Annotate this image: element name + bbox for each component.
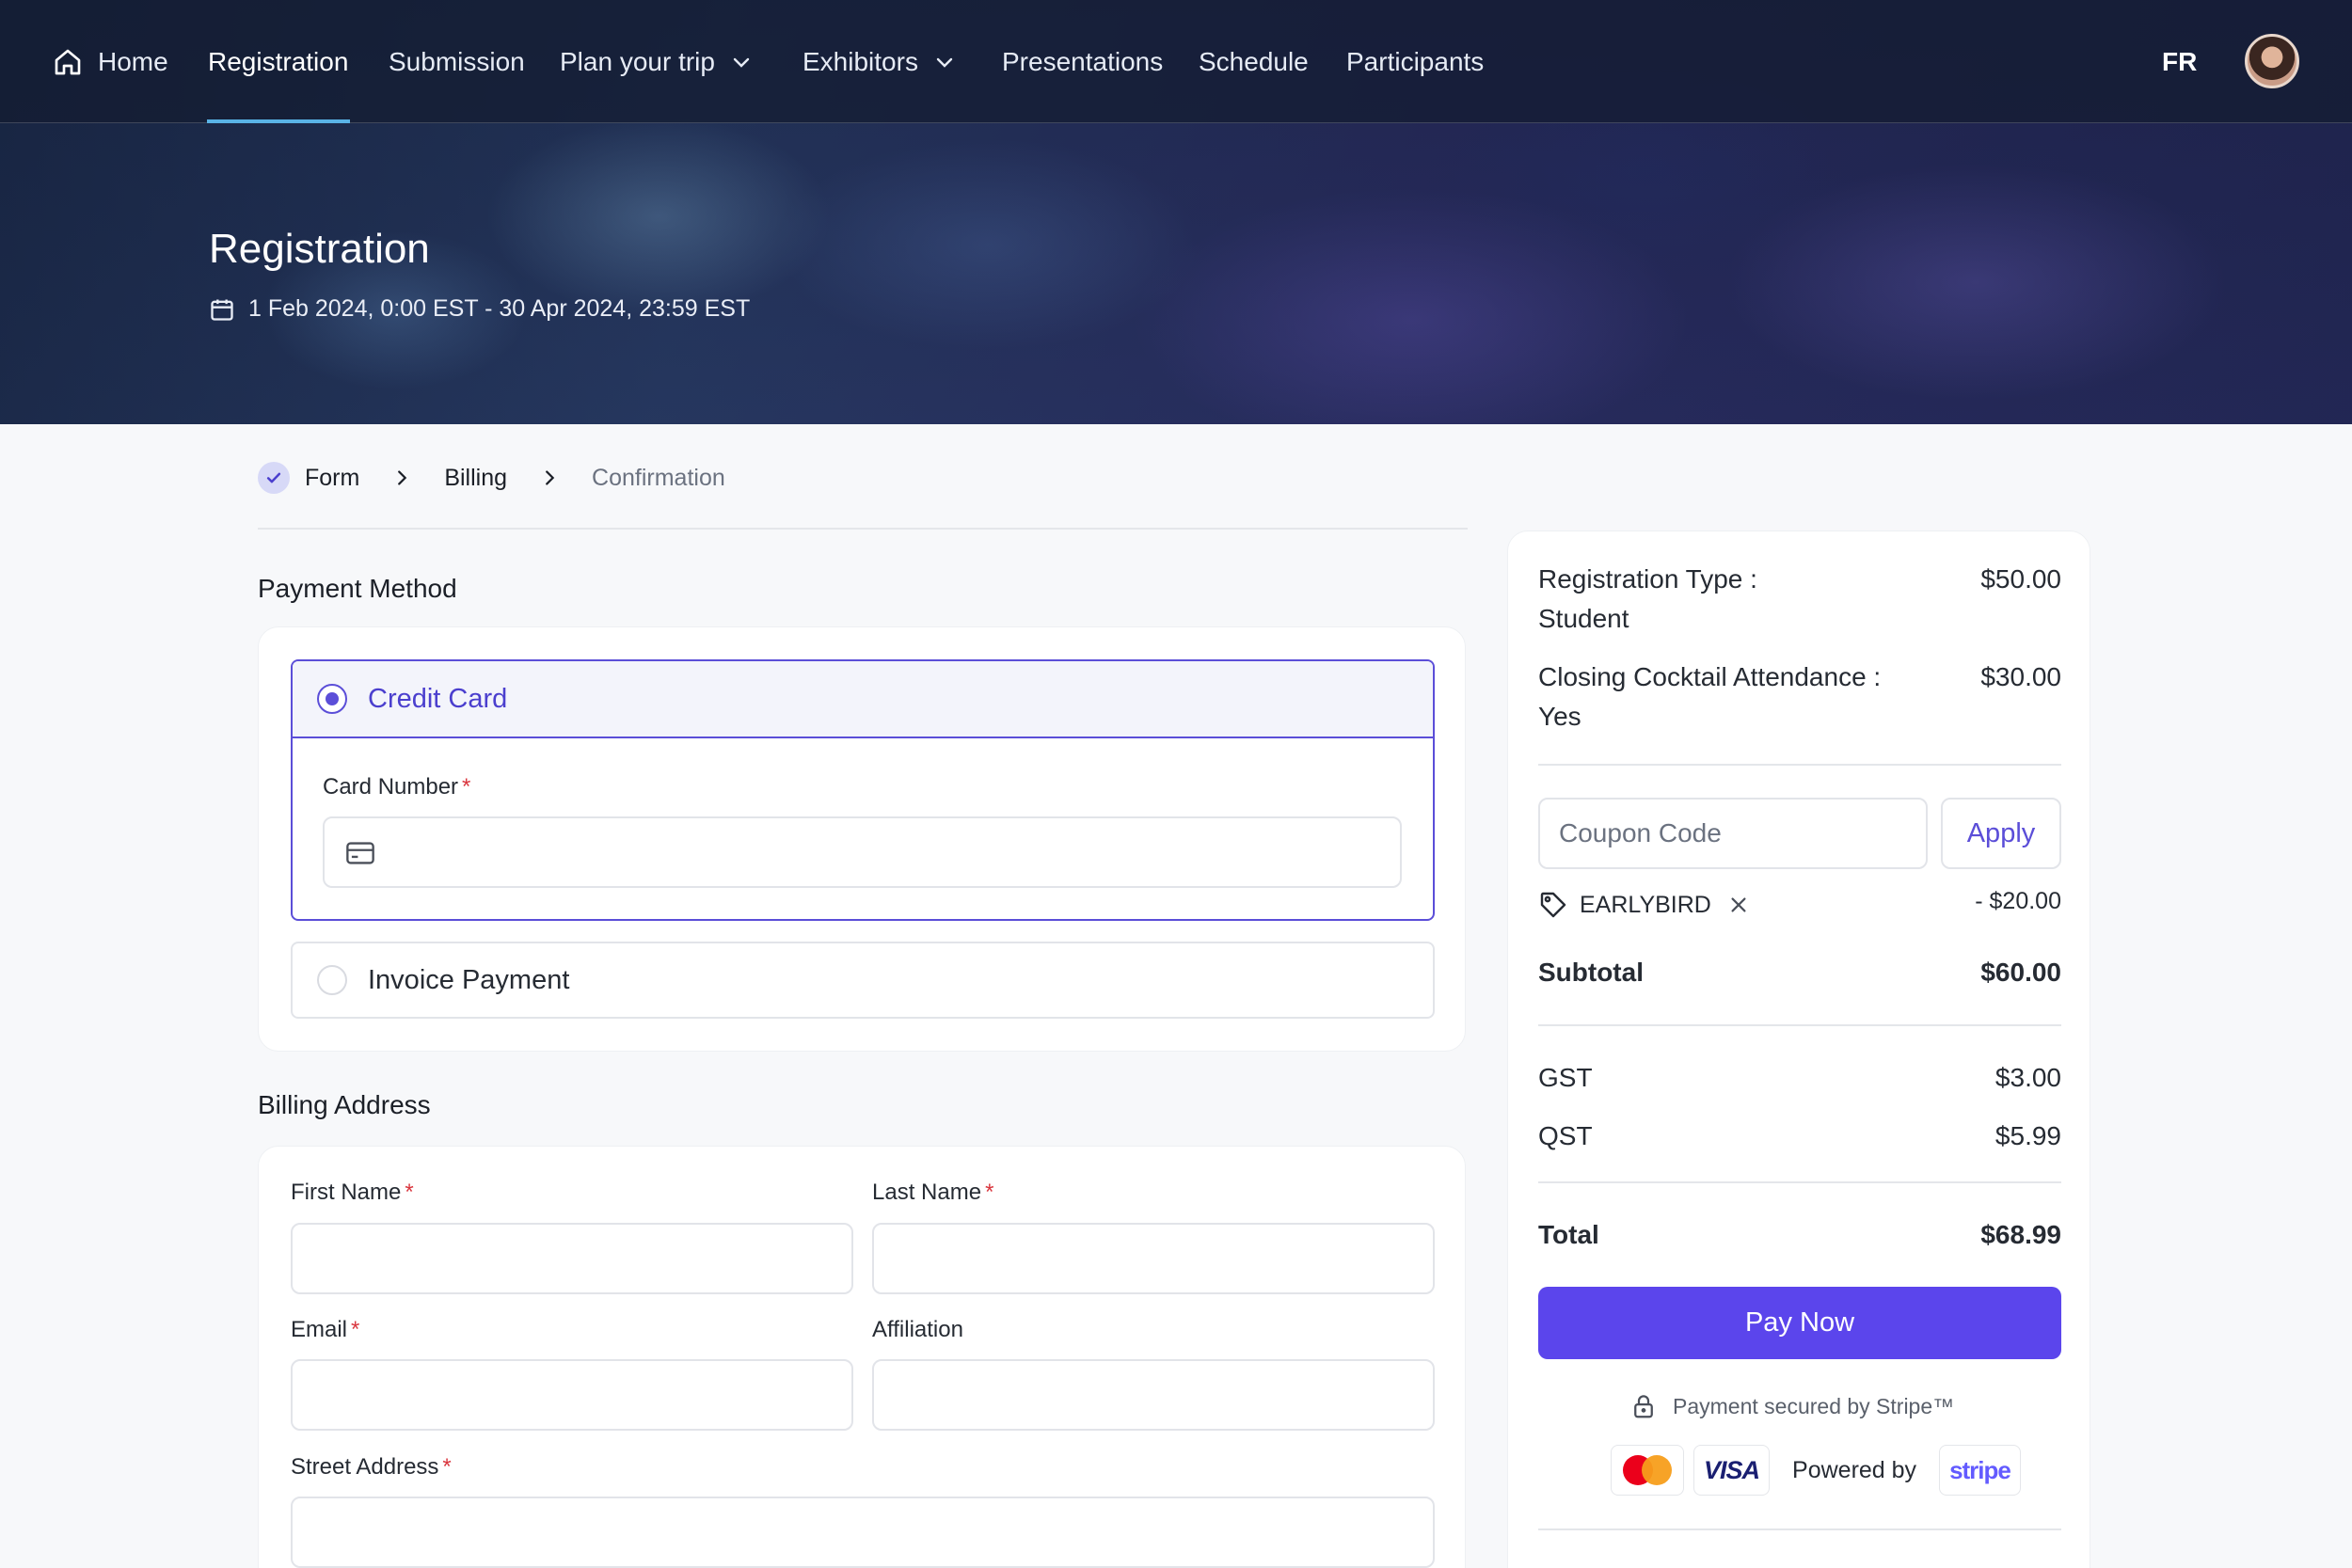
lock-icon <box>1634 1395 1653 1418</box>
tax-amount: $5.99 <box>1994 1121 2061 1150</box>
divider <box>1538 764 2061 766</box>
summary-line-amount: $30.00 <box>1980 662 2061 691</box>
apply-coupon-button[interactable]: Apply <box>1941 798 2061 869</box>
divider <box>1538 1528 2061 1530</box>
nav-home[interactable]: Home <box>53 0 168 123</box>
summary-line-value: Student <box>1538 604 1629 633</box>
tax-amount: $3.00 <box>1994 1063 2061 1092</box>
nav-submission-label: Submission <box>389 46 525 76</box>
tax-row-qst: QST $5.99 <box>1538 1121 2061 1159</box>
avatar[interactable] <box>2245 34 2299 88</box>
page-title: Registration <box>209 226 430 272</box>
invoice-payment-option[interactable]: Invoice Payment <box>291 942 1435 1019</box>
last-name-label: Last Name * <box>872 1180 994 1205</box>
coupon-placeholder: Coupon Code <box>1559 818 1722 847</box>
checkout-stepper: Form Billing Confirmation <box>258 461 725 495</box>
nav-home-label: Home <box>98 46 168 76</box>
language-switch[interactable]: FR <box>2162 0 2197 123</box>
card-number-label: Card Number * <box>323 774 471 800</box>
email-input[interactable] <box>291 1359 853 1431</box>
affiliation-label: Affiliation <box>872 1317 963 1342</box>
card-number-input[interactable] <box>323 816 1402 888</box>
nav-exhibitors-label: Exhibitors <box>803 46 918 76</box>
street-address-label: Street Address * <box>291 1454 452 1480</box>
total-label: Total <box>1538 1220 1599 1249</box>
registration-page: Home Registration Submission Plan your t… <box>0 0 2352 1568</box>
step-complete-check <box>258 462 290 494</box>
payment-method-title: Payment Method <box>258 574 457 603</box>
summary-line-label: Closing Cocktail Attendance : <box>1538 662 1882 691</box>
nav-schedule[interactable]: Schedule <box>1199 0 1309 123</box>
nav-participants-label: Participants <box>1346 46 1485 76</box>
visa-logo: VISA <box>1693 1445 1771 1496</box>
step-confirmation: Confirmation <box>592 464 725 491</box>
tax-label: QST <box>1538 1121 1593 1150</box>
nav-presentations[interactable]: Presentations <box>1002 0 1163 123</box>
nav-active-indicator <box>207 119 350 123</box>
nav-schedule-label: Schedule <box>1199 46 1309 76</box>
affiliation-input[interactable] <box>872 1359 1435 1431</box>
top-nav: Home Registration Submission Plan your t… <box>0 0 2352 123</box>
total-amount: $68.99 <box>1980 1220 2061 1249</box>
pay-now-button[interactable]: Pay Now <box>1538 1287 2061 1359</box>
coupon-code-input[interactable]: Coupon Code <box>1538 798 1928 869</box>
nav-plan-your-trip-label: Plan your trip <box>560 46 715 76</box>
check-icon <box>266 472 281 483</box>
chevron-right-icon <box>391 467 412 488</box>
nav-plan-your-trip[interactable]: Plan your trip <box>560 0 753 123</box>
nav-registration-label: Registration <box>208 46 349 76</box>
credit-card-label: Credit Card <box>368 683 508 714</box>
summary-line-cocktail: Closing Cocktail Attendance : Yes $30.00 <box>1538 662 2061 741</box>
credit-card-option-header[interactable]: Credit Card <box>293 661 1433 738</box>
first-name-label: First Name * <box>291 1180 414 1205</box>
first-name-input[interactable] <box>291 1223 853 1294</box>
powered-by-text: Powered by <box>1792 1456 1917 1483</box>
home-icon <box>55 49 81 74</box>
payment-secured-notice: Payment secured by Stripe™ <box>1629 1392 1954 1420</box>
subtotal-label: Subtotal <box>1538 958 1644 987</box>
registration-period-text: 1 Feb 2024, 0:00 EST - 30 Apr 2024, 23:5… <box>248 295 751 322</box>
subtotal-row: Subtotal $60.00 <box>1538 958 2061 995</box>
chevron-down-icon <box>733 57 750 68</box>
mastercard-logo <box>1611 1445 1684 1496</box>
step-billing[interactable]: Billing <box>444 465 507 492</box>
nav-submission[interactable]: Submission <box>389 0 525 123</box>
calendar-icon <box>211 299 233 321</box>
summary-line-value: Yes <box>1538 702 1581 731</box>
stripe-logo: stripe <box>1939 1445 2021 1496</box>
step-form[interactable]: Form <box>305 465 359 492</box>
registration-period: 1 Feb 2024, 0:00 EST - 30 Apr 2024, 23:5… <box>209 295 750 323</box>
divider <box>1538 1181 2061 1183</box>
subtotal-amount: $60.00 <box>1980 958 2061 987</box>
tax-label: GST <box>1538 1063 1593 1092</box>
credit-card-icon <box>346 842 374 864</box>
summary-line-registration: Registration Type : Student $50.00 <box>1538 564 2061 643</box>
divider <box>258 528 1468 530</box>
hero-banner: Home Registration Submission Plan your t… <box>0 0 2352 424</box>
invoice-payment-label: Invoice Payment <box>368 964 570 995</box>
chevron-right-icon <box>539 467 560 488</box>
payment-brands: VISA Powered by stripe <box>1611 1445 2021 1496</box>
summary-line-label: Registration Type : <box>1538 564 1757 594</box>
total-row: Total $68.99 <box>1538 1220 2061 1258</box>
billing-address-title: Billing Address <box>258 1090 431 1119</box>
nav-registration[interactable]: Registration <box>208 0 348 123</box>
credit-card-radio[interactable] <box>317 684 347 714</box>
last-name-input[interactable] <box>872 1223 1435 1294</box>
invoice-payment-radio[interactable] <box>317 965 347 995</box>
discount-amount: - $20.00 <box>1975 888 2061 914</box>
street-address-input[interactable] <box>291 1497 1435 1568</box>
payment-secured-text: Payment secured by Stripe™ <box>1673 1393 1955 1418</box>
nav-participants[interactable]: Participants <box>1346 0 1484 123</box>
summary-line-amount: $50.00 <box>1980 564 2061 594</box>
divider <box>1538 1024 2061 1026</box>
chevron-down-icon <box>936 57 953 68</box>
tax-row-gst: GST $3.00 <box>1538 1063 2061 1101</box>
nav-presentations-label: Presentations <box>1002 46 1164 76</box>
nav-exhibitors[interactable]: Exhibitors <box>803 0 956 123</box>
email-label: Email * <box>291 1317 360 1342</box>
